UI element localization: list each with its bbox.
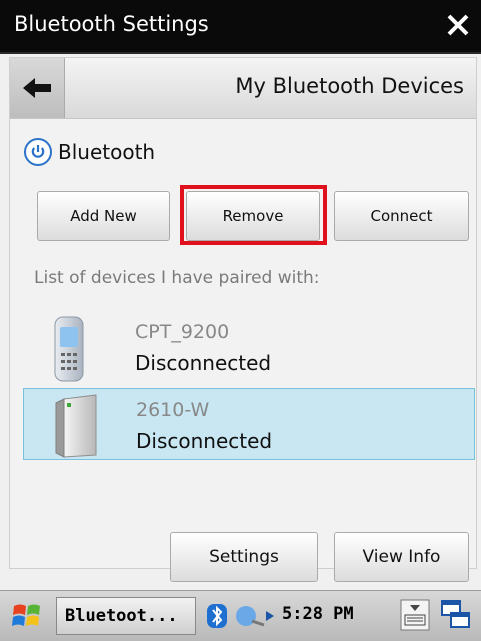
clock[interactable]: 5:28 PM	[282, 604, 354, 624]
start-windows-icon[interactable]	[10, 600, 46, 632]
window-title: Bluetooth Settings	[14, 12, 209, 36]
main-panel: My Bluetooth Devices Bluetooth Add New R…	[9, 57, 477, 582]
taskbar-app-button[interactable]: Bluetoot...	[56, 597, 196, 635]
page-title: My Bluetooth Devices	[235, 74, 464, 98]
taskbar: Bluetoot... 5:28 PM	[0, 590, 481, 641]
view-info-button[interactable]: View Info	[334, 532, 469, 582]
page-header: My Bluetooth Devices	[10, 58, 476, 119]
network-tray-icon[interactable]	[234, 603, 276, 629]
settings-button[interactable]: Settings	[170, 532, 318, 582]
back-button[interactable]	[10, 58, 65, 118]
keyboard-icon[interactable]	[400, 599, 430, 631]
bluetooth-tray-icon[interactable]	[206, 603, 228, 629]
device-item[interactable]: CPT_9200 Disconnected	[23, 311, 475, 383]
title-bar: Bluetooth Settings	[0, 0, 481, 54]
connect-button[interactable]: Connect	[334, 191, 469, 241]
back-arrow-icon	[23, 78, 51, 98]
bluetooth-label: Bluetooth	[58, 140, 156, 164]
device-name: CPT_9200	[135, 321, 230, 343]
device-status: Disconnected	[135, 351, 272, 375]
device-item-selected[interactable]: 2610-W Disconnected	[23, 388, 475, 460]
access-point-icon	[55, 394, 97, 458]
power-icon	[24, 138, 52, 166]
bluetooth-toggle[interactable]: Bluetooth	[24, 136, 155, 168]
close-button[interactable]	[445, 12, 471, 38]
device-status: Disconnected	[136, 429, 273, 453]
windows-switcher-icon[interactable]	[440, 599, 472, 631]
add-new-button[interactable]: Add New	[37, 191, 170, 241]
remove-highlight	[180, 185, 327, 245]
paired-devices-caption: List of devices I have paired with:	[34, 268, 320, 288]
close-icon	[447, 14, 469, 36]
phone-icon	[54, 316, 84, 382]
device-name: 2610-W	[136, 399, 210, 421]
